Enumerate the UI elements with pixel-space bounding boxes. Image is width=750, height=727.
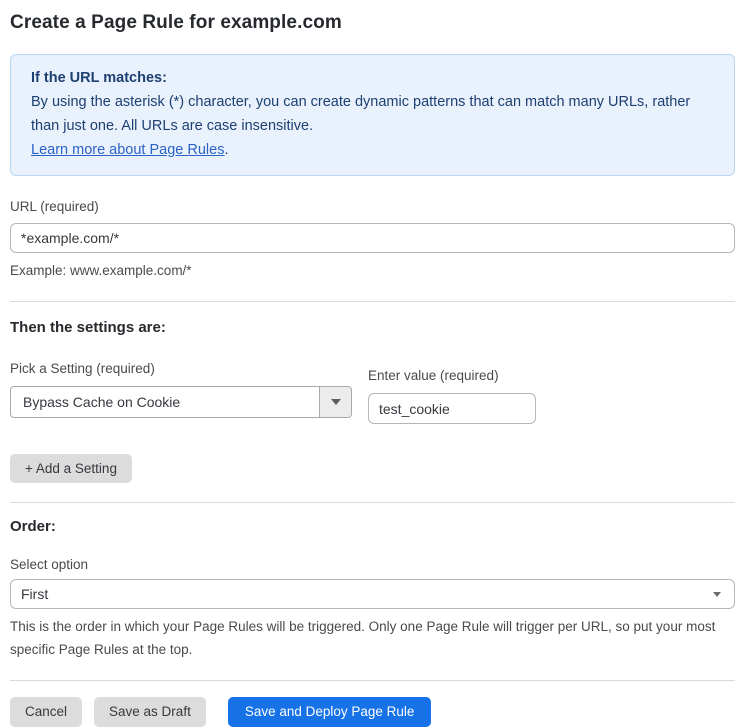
setting-select-value: Bypass Cache on Cookie <box>11 387 319 417</box>
info-box-link-line: Learn more about Page Rules. <box>31 138 714 162</box>
info-box-body: By using the asterisk (*) character, you… <box>31 90 714 138</box>
save-as-draft-button[interactable]: Save as Draft <box>94 697 206 727</box>
url-field-label: URL (required) <box>10 199 99 214</box>
chevron-down-icon <box>713 592 721 597</box>
settings-section-heading: Then the settings are: <box>10 319 735 336</box>
setting-value-label: Enter value (required) <box>368 368 499 383</box>
setting-select-arrow-box[interactable] <box>319 387 351 417</box>
url-example-text: Example: www.example.com/* <box>10 259 735 282</box>
order-select-label: Select option <box>10 557 735 572</box>
order-select[interactable]: First <box>10 579 735 609</box>
setting-select-label: Pick a Setting (required) <box>10 361 155 376</box>
setting-value-group: Enter value (required) <box>368 367 536 424</box>
save-and-deploy-button[interactable]: Save and Deploy Page Rule <box>228 697 432 727</box>
order-help-text: This is the order in which your Page Rul… <box>10 615 740 661</box>
setting-row: Pick a Setting (required) Bypass Cache o… <box>10 360 735 424</box>
form-actions: Cancel Save as Draft Save and Deploy Pag… <box>10 697 735 727</box>
url-field-group: URL (required) Example: www.example.com/… <box>10 198 735 282</box>
cancel-button[interactable]: Cancel <box>10 697 82 727</box>
order-select-value: First <box>21 586 48 602</box>
setting-select[interactable]: Bypass Cache on Cookie <box>10 386 352 418</box>
setting-select-group: Pick a Setting (required) Bypass Cache o… <box>10 360 352 418</box>
learn-more-link[interactable]: Learn more about Page Rules <box>31 142 224 158</box>
divider <box>10 680 735 681</box>
url-input[interactable] <box>10 223 735 253</box>
info-box-heading: If the URL matches: <box>31 66 714 90</box>
order-select-group: Select option First This is the order in… <box>10 557 735 661</box>
link-suffix: . <box>224 142 228 158</box>
order-section-heading: Order: <box>10 518 735 535</box>
add-setting-button[interactable]: + Add a Setting <box>10 454 132 483</box>
create-page-rule-form: Create a Page Rule for example.com If th… <box>0 0 750 727</box>
setting-value-input[interactable] <box>368 393 536 424</box>
url-match-info-box: If the URL matches: By using the asteris… <box>10 54 735 176</box>
page-title: Create a Page Rule for example.com <box>10 12 735 34</box>
chevron-down-icon <box>331 399 341 405</box>
divider <box>10 502 735 503</box>
divider <box>10 301 735 302</box>
